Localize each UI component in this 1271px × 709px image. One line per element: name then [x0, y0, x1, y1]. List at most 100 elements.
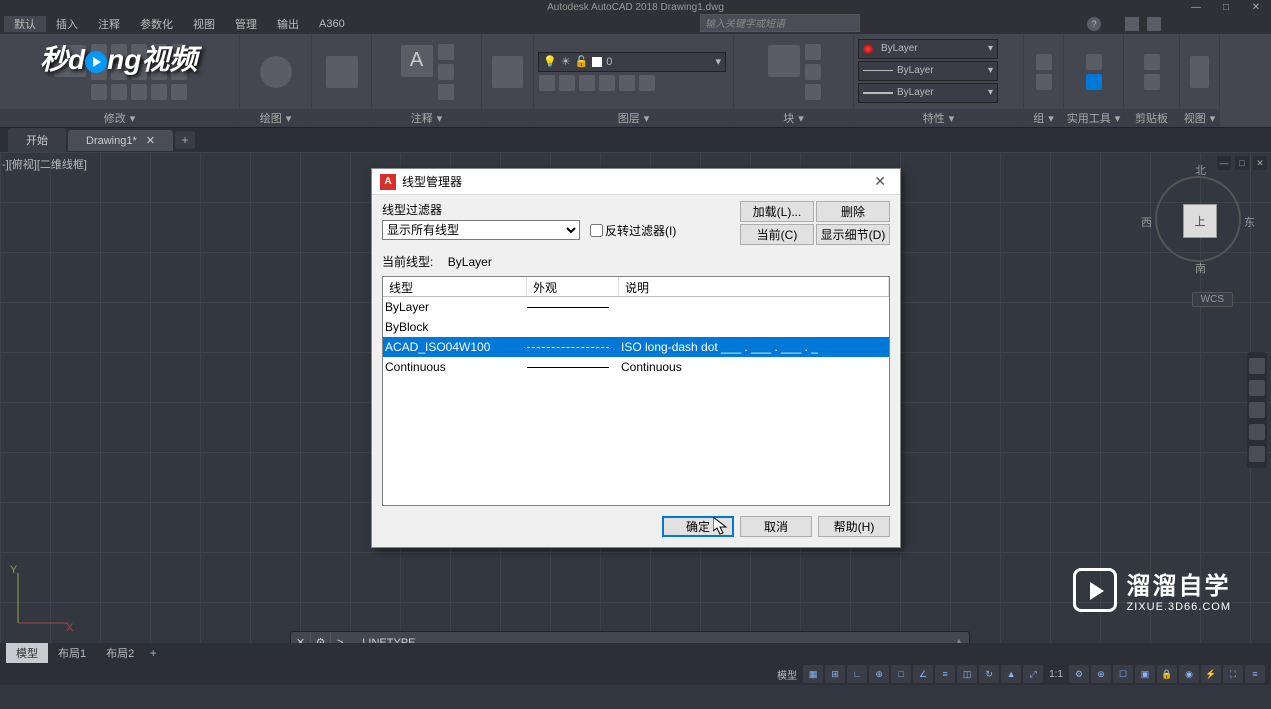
isolate-icon[interactable]: ◉: [1179, 665, 1199, 683]
linetype-row[interactable]: ByBlock: [383, 317, 889, 337]
vp-minimize-icon[interactable]: —: [1217, 156, 1231, 170]
infocenter-search[interactable]: 输入关键字或短语: [700, 14, 860, 32]
col-description[interactable]: 说明: [619, 277, 889, 296]
anno-toggle-icon[interactable]: ▲: [1001, 665, 1021, 683]
anno-monitor-icon[interactable]: ⊕: [1091, 665, 1111, 683]
anno-scale-icon[interactable]: ⤢: [1023, 665, 1043, 683]
tool-icon[interactable]: [151, 64, 167, 80]
filter-select[interactable]: 显示所有线型: [382, 220, 580, 240]
quickprops-icon[interactable]: ▣: [1135, 665, 1155, 683]
ribbontab-manage[interactable]: 管理: [225, 16, 267, 32]
layer-tool-icon[interactable]: [539, 75, 555, 91]
close-icon[interactable]: ✕: [146, 135, 155, 147]
exchange-icon[interactable]: [1147, 17, 1161, 31]
table-tool-icon[interactable]: [438, 84, 454, 100]
pan-icon[interactable]: [1249, 380, 1265, 396]
new-tab-button[interactable]: +: [175, 131, 195, 149]
group-icon[interactable]: [1036, 74, 1052, 90]
lweight-toggle-icon[interactable]: ≡: [935, 665, 955, 683]
layout1-tab[interactable]: 布局1: [48, 643, 96, 663]
osnap-toggle-icon[interactable]: □: [891, 665, 911, 683]
workspace-icon[interactable]: ⚙: [1069, 665, 1089, 683]
fullnav-icon[interactable]: [1249, 358, 1265, 374]
cancel-button[interactable]: 取消: [740, 516, 812, 537]
layer-combo[interactable]: 💡☀🔓 0 ▾: [538, 52, 726, 72]
ribbontab-insert[interactable]: 插入: [46, 16, 88, 32]
tool-icon[interactable]: [151, 84, 167, 100]
layer-tool-icon[interactable]: [639, 75, 655, 91]
drawing-tab[interactable]: Drawing1* ✕: [68, 130, 173, 151]
cycling-toggle-icon[interactable]: ↻: [979, 665, 999, 683]
util-icon[interactable]: [1086, 54, 1102, 70]
snap-toggle-icon[interactable]: ⊞: [825, 665, 845, 683]
polar-toggle-icon[interactable]: ⊕: [869, 665, 889, 683]
linetype-row[interactable]: ByLayer: [383, 297, 889, 317]
units-icon[interactable]: ☐: [1113, 665, 1133, 683]
tool-icon[interactable]: [54, 45, 86, 77]
ribbontab-parametric[interactable]: 参数化: [130, 16, 183, 32]
tool-icon[interactable]: [111, 64, 127, 80]
vp-maximize-icon[interactable]: □: [1235, 156, 1249, 170]
col-name[interactable]: 线型: [383, 277, 527, 296]
text-tool-icon[interactable]: A: [401, 45, 433, 77]
layer-tool-icon[interactable]: [579, 75, 595, 91]
showmotion-icon[interactable]: [1249, 446, 1265, 462]
viewcube-north[interactable]: 北: [1195, 162, 1206, 178]
orbit-icon[interactable]: [1249, 424, 1265, 440]
dim-tool-icon[interactable]: [438, 44, 454, 60]
tool-icon[interactable]: [91, 44, 107, 60]
window-maximize-button[interactable]: □: [1211, 0, 1241, 14]
viewcube[interactable]: 上 北 南 东 西: [1155, 176, 1241, 262]
ribbontab-annotate[interactable]: 注释: [88, 16, 130, 32]
layer-tool-icon[interactable]: [559, 75, 575, 91]
linetype-row[interactable]: ContinuousContinuous: [383, 357, 889, 377]
block-tool-icon[interactable]: [805, 84, 821, 100]
current-button[interactable]: 当前(C): [740, 224, 814, 245]
add-layout-button[interactable]: +: [144, 645, 162, 661]
tool-icon[interactable]: [131, 64, 147, 80]
otrack-toggle-icon[interactable]: ∠: [913, 665, 933, 683]
block-tool-icon[interactable]: [805, 44, 821, 60]
tool-icon[interactable]: [171, 64, 187, 80]
window-close-button[interactable]: ✕: [1241, 0, 1271, 14]
ribbontab-default[interactable]: 默认: [4, 16, 46, 32]
help-button[interactable]: 帮助(H): [818, 516, 890, 537]
zoom-icon[interactable]: [1249, 402, 1265, 418]
hardware-accel-icon[interactable]: ⚡: [1201, 665, 1221, 683]
transparency-toggle-icon[interactable]: ◫: [957, 665, 977, 683]
insert-block-icon[interactable]: [768, 45, 800, 77]
layer-tool-icon[interactable]: [599, 75, 615, 91]
tool-icon[interactable]: [131, 84, 147, 100]
tool-icon[interactable]: [131, 44, 147, 60]
dialog-titlebar[interactable]: A 线型管理器 ✕: [372, 169, 900, 195]
lineweight-combo[interactable]: ByLayer▾: [858, 83, 998, 103]
lock-ui-icon[interactable]: 🔒: [1157, 665, 1177, 683]
linetype-row[interactable]: ACAD_ISO04W100ISO long-dash dot ___ . __…: [383, 337, 889, 357]
col-appearance[interactable]: 外观: [527, 277, 619, 296]
invert-checkbox-input[interactable]: [590, 224, 603, 237]
group-icon[interactable]: [1036, 54, 1052, 70]
clipboard-icon[interactable]: [1144, 74, 1160, 90]
linetype-list[interactable]: 线型 外观 说明 ByLayerByBlockACAD_ISO04W100ISO…: [382, 276, 890, 506]
tool-icon[interactable]: [171, 84, 187, 100]
util-icon[interactable]: [1086, 74, 1102, 90]
viewcube-east[interactable]: 东: [1244, 214, 1255, 230]
tool-icon[interactable]: [492, 56, 523, 88]
signin-icon[interactable]: [1125, 17, 1139, 31]
layout2-tab[interactable]: 布局2: [96, 643, 144, 663]
ribbontab-view[interactable]: 视图: [183, 16, 225, 32]
anno-scale-value[interactable]: 1:1: [1045, 669, 1067, 680]
tool-icon[interactable]: [111, 84, 127, 100]
tool-icon[interactable]: [91, 64, 107, 80]
ok-button[interactable]: 确定: [662, 516, 734, 537]
circle-tool-icon[interactable]: [260, 56, 292, 88]
start-tab[interactable]: 开始: [8, 128, 66, 152]
ortho-toggle-icon[interactable]: ∟: [847, 665, 867, 683]
linetype-combo[interactable]: ByLayer▾: [858, 61, 998, 81]
status-modelspace[interactable]: 模型: [773, 667, 801, 682]
view-icon[interactable]: [1190, 56, 1209, 88]
dim-tool-icon[interactable]: [438, 64, 454, 80]
model-tab[interactable]: 模型: [6, 643, 48, 663]
customize-status-icon[interactable]: ≡: [1245, 665, 1265, 683]
viewcube-top[interactable]: 上: [1183, 204, 1217, 238]
